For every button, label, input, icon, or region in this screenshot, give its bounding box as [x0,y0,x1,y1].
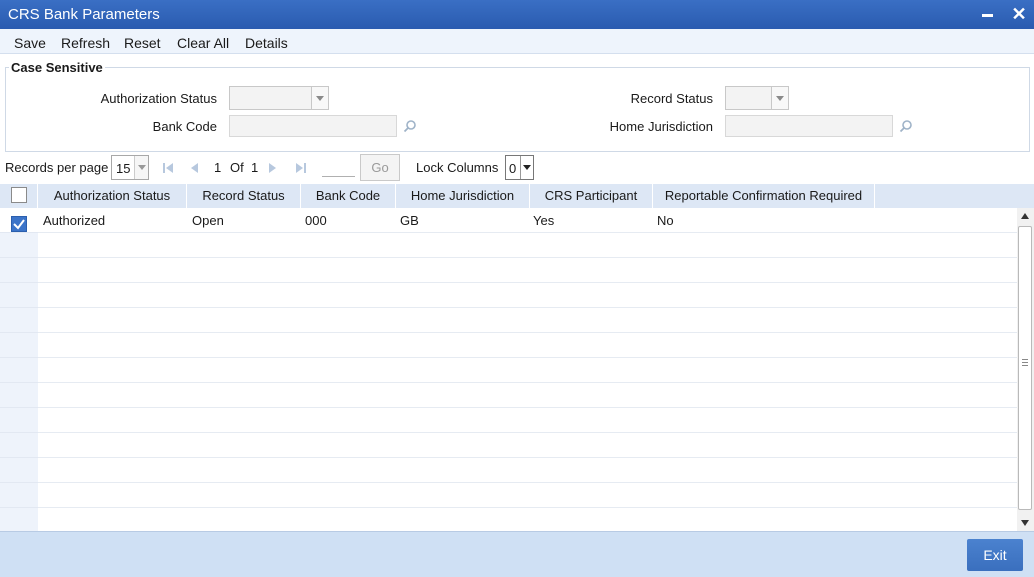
exit-button[interactable]: Exit [967,539,1023,571]
save-button[interactable]: Save [14,35,46,51]
refresh-button[interactable]: Refresh [61,35,110,51]
cell-bank-code: 000 [305,213,327,228]
row-selector [0,258,38,283]
column-header-crs-participant[interactable]: CRS Participant [530,184,653,208]
last-page-icon[interactable] [295,162,307,174]
row-selector [0,433,38,458]
cell-crs-participant: Yes [533,213,555,228]
cell-home-jurisdiction: GB [400,213,419,228]
search-icon[interactable] [899,119,913,133]
go-button[interactable]: Go [360,154,400,181]
authorization-status-label: Authorization Status [100,91,217,106]
next-page-icon[interactable] [268,162,278,174]
cell-record-status: Open [192,213,224,228]
empty-row [38,483,1017,508]
details-button[interactable]: Details [245,35,288,51]
clear-all-button[interactable]: Clear All [177,35,229,51]
chevron-down-icon[interactable] [134,156,148,179]
lock-columns-value: 0 [509,161,517,176]
chevron-down-icon[interactable] [771,87,788,109]
column-header-reportable-confirmation[interactable]: Reportable Confirmation Required [653,184,875,208]
empty-row [38,308,1017,333]
empty-row [38,333,1017,358]
toolbar: Save Refresh Reset Clear All Details [0,29,1034,54]
lock-columns-label: Lock Columns [416,160,499,175]
home-jurisdiction-label: Home Jurisdiction [609,119,713,134]
column-header-authorization-status[interactable]: Authorization Status [38,184,187,208]
column-header-bank-code[interactable]: Bank Code [301,184,396,208]
chevron-down-icon[interactable] [311,87,328,109]
cell-authorization-status: Authorized [43,213,106,228]
bank-code-label: Bank Code [152,119,217,134]
record-status-select[interactable] [725,86,789,110]
select-all-cell [0,184,38,208]
records-per-page-select[interactable]: 15 [111,155,149,180]
empty-row [38,283,1017,308]
record-status-label: Record Status [630,91,713,106]
empty-row [38,408,1017,433]
empty-row [38,233,1017,258]
search-icon[interactable] [403,119,417,133]
lock-columns-select[interactable]: 0 [505,155,534,180]
row-selector [0,383,38,408]
empty-row [38,433,1017,458]
title-bar: CRS Bank Parameters ✕ [0,0,1034,29]
bank-code-input[interactable] [229,115,397,137]
first-page-icon[interactable] [162,162,174,174]
empty-row [38,358,1017,383]
grid-header: Authorization Status Record Status Bank … [0,184,1034,208]
row-selector [0,358,38,383]
select-all-checkbox[interactable] [11,187,27,203]
scroll-thumb[interactable] [1018,226,1032,510]
column-header-home-jurisdiction[interactable]: Home Jurisdiction [396,184,530,208]
scroll-down-icon[interactable] [1021,520,1029,526]
home-jurisdiction-input[interactable] [725,115,893,137]
row-selector [0,408,38,433]
reset-button[interactable]: Reset [124,35,161,51]
row-selector [0,308,38,333]
grid-body: Authorized Open 000 GB Yes No [0,208,1017,533]
row-selector [0,333,38,358]
empty-row [38,508,1017,533]
of-label: Of [230,160,244,175]
search-criteria-panel [5,67,1030,152]
empty-row [38,383,1017,408]
column-header-record-status[interactable]: Record Status [187,184,301,208]
close-icon[interactable]: ✕ [1010,4,1028,24]
row-selector [0,208,38,233]
row-selector [0,483,38,508]
empty-row [38,258,1017,283]
window-title: CRS Bank Parameters [8,6,160,23]
row-selector [0,233,38,258]
empty-row [38,458,1017,483]
row-checkbox[interactable] [11,216,27,232]
grid-scrollbar[interactable] [1017,208,1034,531]
total-pages: 1 [251,160,259,175]
records-per-page-value: 15 [116,161,131,176]
current-page: 1 [214,160,222,175]
chevron-down-icon[interactable] [520,156,533,179]
row-selector [0,283,38,308]
cell-reportable-confirmation: No [657,213,674,228]
footer-bar: Exit [0,531,1034,577]
authorization-status-select[interactable] [229,86,329,110]
check-icon [13,219,25,230]
case-sensitive-legend: Case Sensitive [9,60,105,75]
minimize-icon[interactable] [982,14,993,17]
row-selector [0,508,38,533]
records-per-page-label: Records per page [5,160,109,175]
pagination-bar: Records per page 15 1 Of 1 Go Lock Colum… [0,154,1034,182]
scroll-up-icon[interactable] [1021,213,1029,219]
row-selector [0,458,38,483]
table-row[interactable]: Authorized Open 000 GB Yes No [38,208,1017,233]
page-number-input[interactable] [322,176,355,177]
previous-page-icon[interactable] [189,162,199,174]
